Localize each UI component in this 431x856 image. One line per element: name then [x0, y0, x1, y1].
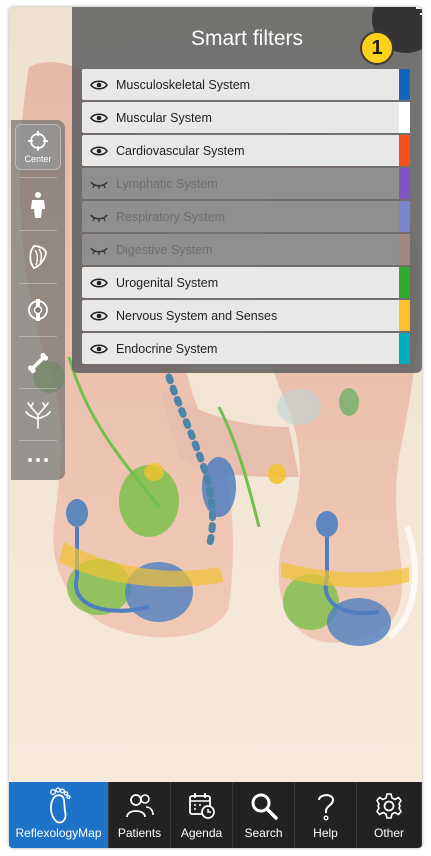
filter-label: Digestive System: [116, 242, 213, 257]
tab-search[interactable]: Search: [233, 782, 295, 848]
spine-button[interactable]: [15, 287, 61, 333]
filter-label: Lymphatic System: [116, 176, 218, 191]
tab-label: Patients: [117, 826, 162, 840]
color-swatch: [399, 333, 410, 364]
nerve-button[interactable]: [15, 392, 61, 438]
eye-closed-icon[interactable]: [84, 178, 114, 190]
tab-label: ReflexologyMap: [15, 826, 102, 840]
body-icon: [31, 192, 45, 218]
zone-yellow: [144, 463, 164, 481]
tab-label: Search: [244, 826, 283, 840]
filter-row[interactable]: Nervous System and Senses: [82, 300, 410, 331]
help-icon: [315, 788, 337, 824]
body-button[interactable]: [15, 182, 61, 228]
color-swatch: [399, 234, 410, 265]
tab-other[interactable]: Other: [357, 782, 422, 848]
eye-open-icon[interactable]: [84, 79, 114, 91]
color-swatch: [399, 300, 410, 331]
filter-row[interactable]: Lymphatic System: [82, 168, 410, 199]
filter-icon: [416, 7, 422, 15]
bone-icon: [27, 352, 49, 374]
divider: [19, 230, 57, 231]
step-badge: 1: [360, 31, 394, 65]
filter-row[interactable]: Digestive System: [82, 234, 410, 265]
more-button[interactable]: [15, 440, 61, 480]
tab-patients[interactable]: Patients: [109, 782, 171, 848]
filter-row[interactable]: Musculoskeletal System: [82, 69, 410, 100]
filter-label: Muscular System: [116, 110, 212, 125]
patients-icon: [125, 788, 155, 824]
crosshair-icon: [28, 131, 48, 151]
search-icon: [250, 788, 278, 824]
filter-label: Respiratory System: [116, 209, 226, 224]
color-swatch: [399, 168, 410, 199]
filter-row[interactable]: Endocrine System: [82, 333, 410, 364]
muscle-button[interactable]: [15, 234, 61, 280]
filter-label: Urogenital System: [116, 275, 219, 290]
spine-icon: [28, 299, 48, 321]
color-swatch: [399, 201, 410, 232]
filter-row[interactable]: Muscular System: [82, 102, 410, 133]
bone-button[interactable]: [15, 340, 61, 386]
filter-label: Cardiovascular System: [116, 143, 245, 158]
foot-icon: [45, 787, 73, 824]
tab-reflexologymap[interactable]: ReflexologyMap: [9, 782, 109, 848]
gear-icon: [375, 788, 403, 824]
zone-blue: [66, 499, 88, 527]
tool-rail: Center: [11, 120, 65, 480]
tab-label: Help: [313, 826, 338, 840]
center-label: Center: [24, 154, 52, 164]
eye-open-icon[interactable]: [84, 343, 114, 355]
center-button[interactable]: Center: [15, 124, 61, 170]
calendar-icon: [188, 788, 216, 824]
divider: [19, 177, 57, 178]
eye-open-icon[interactable]: [84, 112, 114, 124]
divider: [19, 283, 57, 284]
tab-label: Agenda: [180, 826, 223, 840]
filter-row[interactable]: Respiratory System: [82, 201, 410, 232]
filter-label: Nervous System and Senses: [116, 308, 278, 323]
bottom-tab-bar: ReflexologyMap Patients Agenda Search Help Ot…: [9, 782, 422, 848]
eye-closed-icon[interactable]: [84, 211, 114, 223]
zone-blue: [202, 457, 236, 517]
filter-row[interactable]: Urogenital System: [82, 267, 410, 298]
nerve-tree-icon: [25, 402, 51, 429]
zone-green: [339, 388, 359, 416]
more-icon: [28, 458, 48, 462]
eye-open-icon[interactable]: [84, 310, 114, 322]
color-swatch: [399, 102, 410, 133]
eye-open-icon[interactable]: [84, 277, 114, 289]
filter-list: Musculoskeletal System Muscular System Car…: [82, 69, 410, 366]
divider: [19, 388, 57, 389]
tab-label: Other: [373, 826, 404, 840]
tab-help[interactable]: Help: [295, 782, 357, 848]
zone-teal: [277, 389, 321, 425]
zone-blue: [316, 511, 338, 537]
divider: [19, 336, 57, 337]
filter-label: Endocrine System: [116, 341, 218, 356]
color-swatch: [399, 267, 410, 298]
muscle-icon: [29, 245, 47, 270]
tab-agenda[interactable]: Agenda: [171, 782, 233, 848]
filter-label: Musculoskeletal System: [116, 77, 251, 92]
zone-yellow: [268, 464, 286, 484]
color-swatch: [399, 69, 410, 100]
filter-row[interactable]: Cardiovascular System: [82, 135, 410, 166]
color-swatch: [399, 135, 410, 166]
eye-closed-icon[interactable]: [84, 244, 114, 256]
eye-open-icon[interactable]: [84, 145, 114, 157]
app-screen: Center Smart filters 1 Musculoskeletal S…: [9, 7, 422, 848]
smart-filters-panel: Smart filters 1 Musculoskeletal System Mu…: [72, 7, 422, 373]
